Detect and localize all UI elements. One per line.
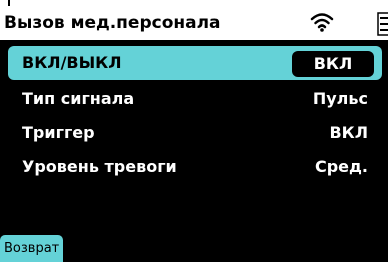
row-label: Триггер	[22, 123, 95, 142]
row-value[interactable]: ВКЛ	[292, 51, 374, 77]
wifi-icon	[310, 13, 334, 32]
row-on-off[interactable]: ВКЛ/ВЫКЛ ВКЛ	[8, 46, 382, 80]
back-button[interactable]: Возврат	[0, 235, 64, 262]
row-label: Уровень тревоги	[22, 157, 177, 176]
page-title: Вызов мед.персонала	[4, 13, 221, 33]
device-screen: Вызов мед.персонала ВКЛ/ВЫКЛ ВКЛ Тип сиг…	[0, 6, 388, 262]
row-alarm-level[interactable]: Уровень тревоги Сред.	[8, 150, 382, 184]
row-label: ВКЛ/ВЫКЛ	[22, 53, 122, 72]
row-value: Пульс	[312, 89, 368, 108]
row-label: Тип сигнала	[22, 89, 135, 108]
row-value: ВКЛ	[329, 123, 368, 142]
row-trigger[interactable]: Триггер ВКЛ	[8, 116, 382, 150]
row-signal-type[interactable]: Тип сигнала Пульс	[8, 82, 382, 116]
menu-icon[interactable]	[377, 12, 388, 36]
row-value: Сред.	[314, 157, 368, 176]
title-bar: Вызов мед.персонала	[0, 6, 388, 40]
